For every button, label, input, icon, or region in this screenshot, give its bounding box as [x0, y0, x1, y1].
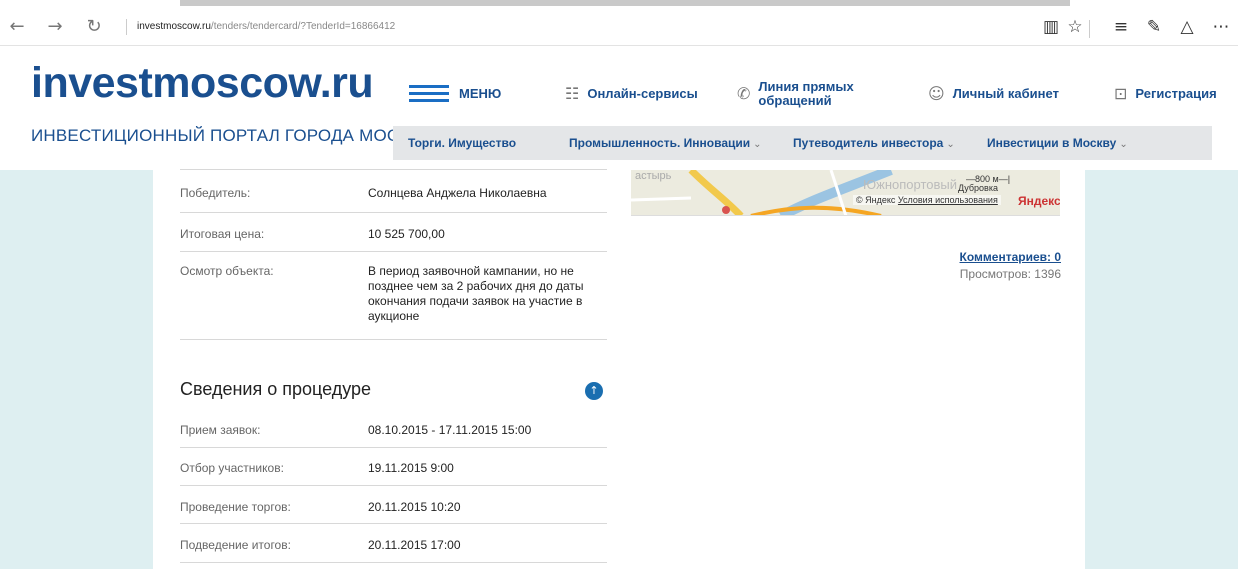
procedure-row: Отбор участников: 19.11.2015 9:00 [180, 461, 607, 486]
cabinet-label: Личный кабинет [952, 86, 1059, 101]
hamburger-icon [409, 85, 449, 103]
register-link[interactable]: ⊡ Регистрация [1114, 79, 1217, 109]
map-copyright: © Яндекс [856, 195, 896, 205]
url-path: /tenders/tendercard/?TenderId=16866412 [210, 21, 396, 32]
detail-value: В период заявочной кампании, но не поздн… [368, 264, 584, 323]
tender-card: Победитель: Солнцева Анджела Николаевна … [153, 169, 1085, 569]
personal-cabinet-link[interactable]: ☺ Личный кабинет [928, 79, 1059, 109]
url-field[interactable]: investmoscow.ru/tenders/tendercard/?Tend… [126, 19, 395, 35]
site-header: investmoscow.ru ИНВЕСТИЦИОННЫЙ ПОРТАЛ ГО… [0, 47, 1238, 170]
views-count: Просмотров: 1396 [959, 267, 1061, 281]
procedure-value: 08.10.2015 - 17.11.2015 15:00 [368, 423, 532, 437]
subnav-trading[interactable]: Торги. Имущество [408, 136, 516, 150]
procedure-label: Подведение итогов: [180, 538, 291, 552]
detail-row: Итоговая цена: 10 525 700,00 [180, 227, 607, 252]
hotline-label: Линия прямых обращений [758, 79, 854, 108]
phone-icon: ✆ [737, 84, 751, 103]
map-label-partial: астырь [635, 170, 672, 182]
site-logo[interactable]: investmoscow.ru [31, 57, 374, 109]
back-arrow-icon[interactable]: ← [6, 16, 28, 38]
procedure-label: Проведение торгов: [180, 500, 291, 514]
procedure-value: 19.11.2015 9:00 [368, 461, 454, 475]
chevron-down-icon: ⌄ [1119, 139, 1128, 150]
map-label-dubrovka: Дубровка [958, 183, 998, 193]
reading-view-icon[interactable]: ▥ [1040, 16, 1062, 38]
detail-value: Солнцева Анджела Николаевна [368, 186, 547, 200]
favorite-star-icon[interactable]: ☆ [1064, 16, 1086, 38]
detail-label: Победитель: [180, 186, 251, 200]
subnav-invest-moscow[interactable]: Инвестиции в Москву ⌄ [987, 136, 1128, 150]
url-host: investmoscow.ru [137, 21, 211, 32]
procedure-row: Прием заявок: 08.10.2015 - 17.11.2015 15… [180, 423, 607, 448]
collapse-up-arrow-icon[interactable]: ↑ [585, 382, 603, 400]
online-services-label: Онлайн-сервисы [587, 86, 698, 101]
tab-strip [0, 0, 1238, 8]
services-icon: ☷ [565, 84, 580, 103]
active-tab[interactable] [180, 0, 1070, 6]
subnav-industry-label: Промышленность. Инновации [569, 136, 751, 150]
online-services-link[interactable]: ☷ Онлайн-сервисы [565, 79, 698, 109]
subnav-industry[interactable]: Промышленность. Инновации ⌄ [569, 136, 762, 150]
refresh-icon[interactable]: ↻ [83, 16, 105, 38]
menu-label: МЕНЮ [459, 86, 502, 101]
procedure-label: Прием заявок: [180, 423, 261, 437]
map-terms-link[interactable]: Условия использования [898, 195, 998, 205]
procedure-value: 20.11.2015 10:20 [368, 500, 461, 514]
lock-icon: ⊡ [1114, 84, 1128, 103]
toolbar-divider [1089, 20, 1090, 38]
user-icon: ☺ [928, 84, 945, 103]
map-credit: © Яндекс Условия использования [853, 195, 1001, 205]
procedure-label: Отбор участников: [180, 461, 284, 475]
detail-label: Итоговая цена: [180, 227, 265, 241]
detail-label: Осмотр объекта: [180, 264, 274, 278]
chevron-down-icon: ⌄ [946, 139, 955, 150]
location-map[interactable]: астырь Южнопортовый —800 м—| Дубровка © … [631, 170, 1060, 216]
forward-arrow-icon[interactable]: → [44, 16, 66, 38]
subnav-invest-label: Инвестиции в Москву [987, 136, 1117, 150]
detail-row-top-border [180, 160, 607, 170]
chevron-down-icon: ⌄ [753, 139, 762, 150]
detail-row: Победитель: Солнцева Анджела Николаевна [180, 186, 607, 213]
procedure-section-title: Сведения о процедуре [180, 379, 372, 399]
menu-button[interactable]: МЕНЮ [409, 79, 501, 109]
logo-part-moscow: moscow.ru [152, 59, 374, 107]
site-tagline: ИНВЕСТИЦИОННЫЙ ПОРТАЛ ГОРОДА МОСКВЫ [31, 126, 437, 145]
yandex-logo: Яндекс [1018, 194, 1060, 208]
detail-row: Осмотр объекта: В период заявочной кампа… [180, 264, 607, 340]
logo-part-invest: invest [31, 59, 153, 107]
procedure-row: Подведение итогов: 20.11.2015 17:00 [180, 538, 607, 563]
comments-link[interactable]: Комментариев: 0 [960, 250, 1061, 264]
procedure-row: Проведение торгов: 20.11.2015 10:20 [180, 500, 607, 524]
detail-value: 10 525 700,00 [368, 227, 445, 241]
subnav-investor-guide[interactable]: Путеводитель инвестора ⌄ [793, 136, 955, 150]
hub-icon[interactable]: ≡ [1110, 16, 1132, 38]
more-icon[interactable]: ⋯ [1210, 16, 1232, 38]
hotline-link[interactable]: ✆ Линия прямых обращений [737, 79, 867, 109]
web-note-icon[interactable]: ✎ [1143, 16, 1165, 38]
map-label-district: Южнопортовый [863, 177, 958, 192]
share-icon[interactable]: △ [1176, 16, 1198, 38]
address-bar: ← → ↻ investmoscow.ru/tenders/tendercard… [0, 8, 1238, 46]
register-label: Регистрация [1135, 86, 1217, 101]
sub-navigation: Торги. Имущество Промышленность. Инновац… [393, 126, 1212, 160]
procedure-value: 20.11.2015 17:00 [368, 538, 461, 552]
subnav-trading-label: Торги. Имущество [408, 136, 517, 150]
subnav-guide-label: Путеводитель инвестора [793, 136, 944, 150]
